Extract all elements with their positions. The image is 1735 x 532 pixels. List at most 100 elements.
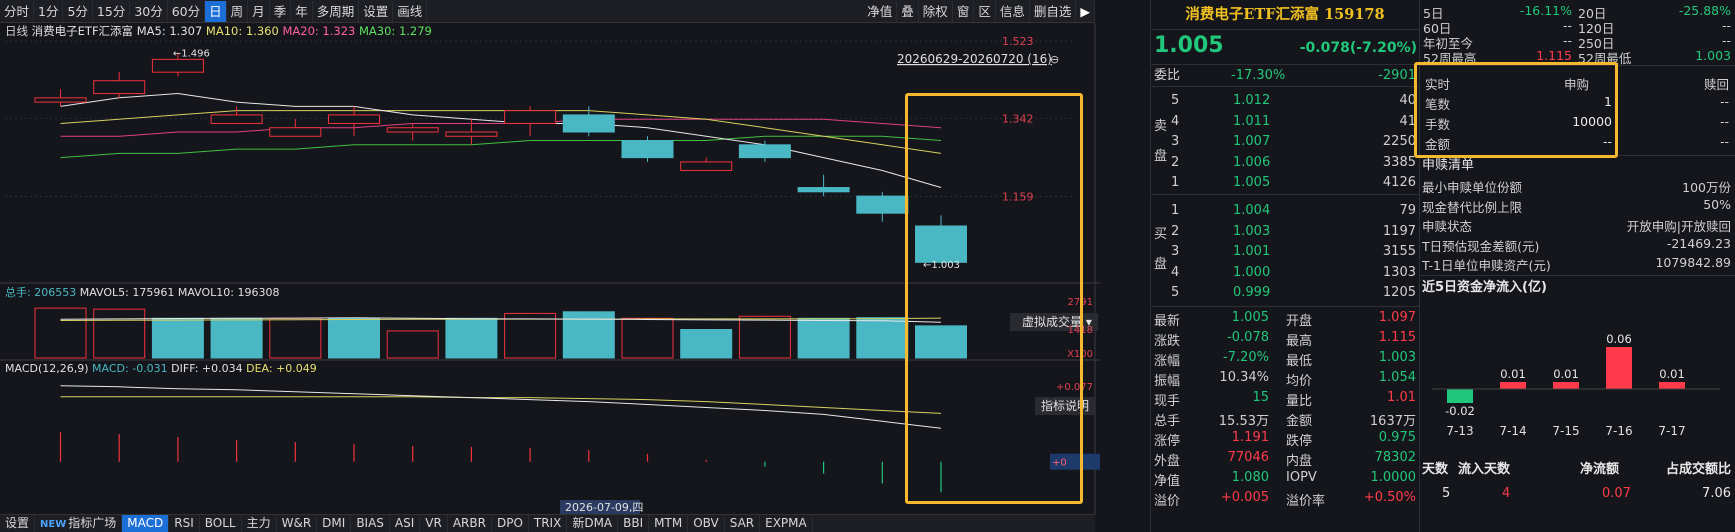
book-volume: 40 [1399,93,1416,108]
period-tab[interactable]: 60分 [168,0,206,22]
indicator-tab[interactable]: 主力 [242,515,277,532]
last-price: 1.005 [1154,33,1224,58]
stat-value: 15 [1252,390,1269,405]
indicator-tab[interactable]: BBI [618,515,650,532]
toolbar-button[interactable]: 窗 [953,0,975,22]
candle[interactable] [151,58,204,73]
indicator-tab[interactable]: NEW 指标广场 [35,515,123,532]
indicator-tab[interactable]: 设置 [0,515,36,532]
toolbar-button[interactable]: 叠 [897,0,919,22]
candle[interactable] [856,195,909,214]
flow-bar-label: -0.02 [1445,404,1475,418]
indicator-tab[interactable]: DMI [317,515,352,532]
indicator-tab[interactable]: BIAS [351,515,390,532]
period-tab[interactable]: 1分 [34,0,64,22]
summary-value: 7.06 [1702,486,1731,501]
candle[interactable] [210,114,263,124]
macd-header-part: MACD: -0.031 [89,362,168,375]
toolbar-button[interactable]: 信息 [996,0,1030,22]
stat-label: 涨停 [1154,434,1181,449]
indicator-tab[interactable]: MACD [122,515,170,532]
toolbar-button[interactable]: 净值 [863,0,898,22]
volume-bar [210,317,263,359]
price-axis-label: 1.342 [1002,112,1034,125]
kline-chart[interactable]: 1.523 1.342 1.159 日线 消费电子ETF汇添富 MA5: 1.307 … [0,23,1100,514]
volume-bar [797,317,850,359]
candle[interactable] [328,114,380,124]
candle[interactable] [445,131,498,137]
book-level: 2 [1171,223,1180,239]
period-toolbar: 分时 1分 5分 15分 30分 60分日周月季年多周期 设置 画线 净值叠除权窗区信息 删自选 ▶ [0,0,1095,23]
volume-bar [151,317,204,359]
kline-header-part: 日线 [5,24,28,38]
period-tab[interactable]: 年 [291,0,313,22]
stat-label: 涨跌 [1154,334,1181,349]
period-tab[interactable]: 多周期 [313,0,360,22]
toolbar-button[interactable]: 删自选 [1030,0,1077,22]
candle[interactable] [269,127,322,137]
indicator-tab[interactable]: ASI [390,515,421,532]
period-tab[interactable]: 画线 [393,0,428,22]
volume-header: 总手: 206553 MAVOL5: 175961 MAVOL10: 19630… [5,285,279,299]
stat-label: 最新 [1154,314,1181,329]
candle[interactable] [93,80,146,95]
stat-label: 最高 [1286,334,1313,349]
candle[interactable] [915,225,967,263]
indicator-tab[interactable]: VR [420,515,448,532]
candle[interactable] [504,110,557,124]
candle[interactable] [386,127,439,133]
indicator-tab[interactable]: MTM [649,515,689,532]
period-tab[interactable]: 季 [270,0,292,22]
indicator-tab[interactable]: SAR [725,515,761,532]
period-tab[interactable]: 周 [227,0,249,22]
book-price: 1.005 [1233,175,1271,190]
flow-category-label: 7-16 [1605,424,1632,438]
indicator-tab[interactable]: DPO [492,515,529,532]
period-tab[interactable]: 设置 [359,0,394,22]
candle[interactable] [34,97,87,103]
period-tab[interactable]: 月 [248,0,270,22]
creation-list-label: 现金替代比例上限 [1422,199,1523,215]
stat-label: 涨幅 [1154,354,1181,369]
period-tab[interactable]: 30分 [130,0,168,22]
volume-bar [856,317,909,359]
flow-bar-label: 0.06 [1606,332,1632,346]
volume-header-part: 总手: 206553 [5,285,76,299]
stat-value: 1.054 [1378,370,1416,385]
candle[interactable] [680,161,733,171]
indicator-tab[interactable]: RSI [169,515,200,532]
indicator-tab[interactable]: OBV [688,515,725,532]
period-tab[interactable]: 15分 [93,0,131,22]
indicator-tab[interactable]: ARBR [448,515,492,532]
expand-panel-icon[interactable]: ▶ [1076,0,1095,22]
candle[interactable] [562,114,615,133]
indicator-tab[interactable]: W&R [277,515,318,532]
book-price: 1.004 [1233,203,1271,218]
book-side-label: 买 [1154,227,1168,242]
period-tab[interactable]: 分时 [0,0,35,22]
candle[interactable] [621,140,674,159]
indicator-tab[interactable]: 新DMA [567,515,619,532]
indicator-tab[interactable]: BOLL [200,515,242,532]
toolbar-button[interactable]: 区 [974,0,996,22]
stat-value: 1.080 [1231,470,1269,485]
stat-value: 1.003 [1378,350,1416,365]
candle[interactable] [797,187,850,193]
period-tab[interactable]: 日 [205,0,227,22]
volume-axis-label: 1418 [1068,325,1093,336]
stat-value: 1.115 [1378,330,1416,345]
flow-bar [1553,382,1579,389]
candle[interactable] [738,144,791,159]
book-price: 1.011 [1233,113,1271,129]
stat-label: 内盘 [1286,454,1313,469]
toolbar-button[interactable]: 除权 [919,0,953,22]
indicator-tab[interactable]: EXPMA [760,515,813,532]
stat-label: 开盘 [1286,314,1313,329]
volume-bar [915,325,967,359]
stat-value: 1637万 [1369,414,1416,429]
period-tab[interactable]: 5分 [63,0,93,22]
indicator-tab[interactable]: TRIX [529,515,568,532]
book-volume: 41 [1399,113,1416,129]
book-volume: 2250 [1382,134,1416,149]
macd-axis-top: +0.077 [1056,382,1093,393]
